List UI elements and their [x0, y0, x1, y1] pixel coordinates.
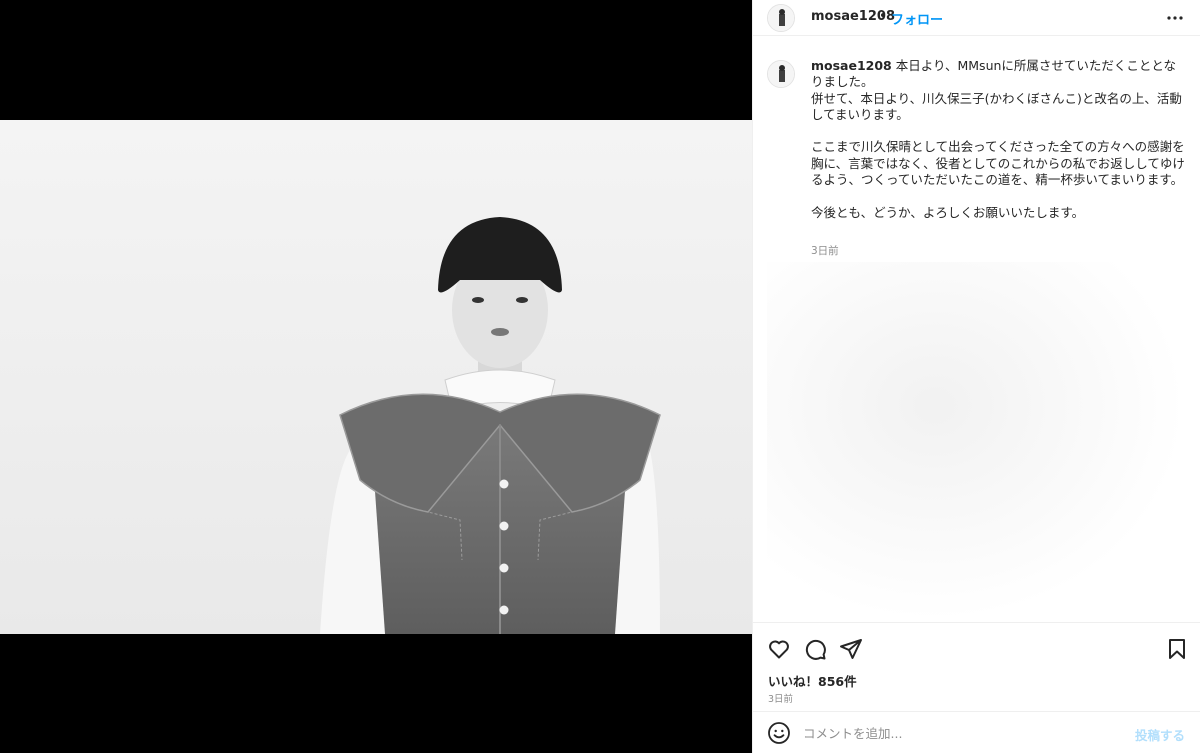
caption-time: 3日前: [811, 245, 839, 257]
send-icon[interactable]: [839, 637, 863, 661]
more-horizontal-icon[interactable]: [1165, 8, 1185, 28]
follow-button[interactable]: フォロー: [891, 9, 943, 28]
bookmark-icon[interactable]: [1165, 637, 1189, 661]
avatar-image: [768, 61, 794, 87]
comments-area: [767, 262, 1187, 622]
post-photo: [0, 120, 752, 634]
caption-avatar[interactable]: [767, 60, 795, 88]
post-media[interactable]: [0, 0, 752, 753]
separator-dot: •: [879, 9, 887, 24]
post-caption: mosae1208 本日より、MMsunに所属させていただくこととなりました。 …: [811, 58, 1187, 221]
avatar[interactable]: [767, 4, 795, 32]
comment-input[interactable]: [801, 720, 1125, 746]
avatar-image: [768, 5, 794, 31]
likes-count[interactable]: いいね！856件: [768, 671, 857, 690]
comment-icon[interactable]: [803, 637, 827, 661]
post-comment-button[interactable]: 投稿する: [1135, 725, 1185, 744]
caption-username[interactable]: mosae1208: [811, 58, 892, 73]
smiley-icon[interactable]: [767, 721, 791, 745]
caption-text: 本日より、MMsunに所属させていただくこととなりました。 併せて、本日より、川…: [811, 58, 1185, 220]
post-time[interactable]: 3日前: [768, 691, 793, 705]
heart-icon[interactable]: [767, 637, 791, 661]
comment-bar: 投稿する: [753, 711, 1200, 753]
post-details-panel: mosae1208 • フォロー mosae1208 本日より、MMsunに所属…: [752, 0, 1200, 753]
portrait-illustration: [0, 120, 752, 634]
post-actions: [753, 622, 1200, 672]
post-header: mosae1208 • フォロー: [753, 0, 1200, 36]
